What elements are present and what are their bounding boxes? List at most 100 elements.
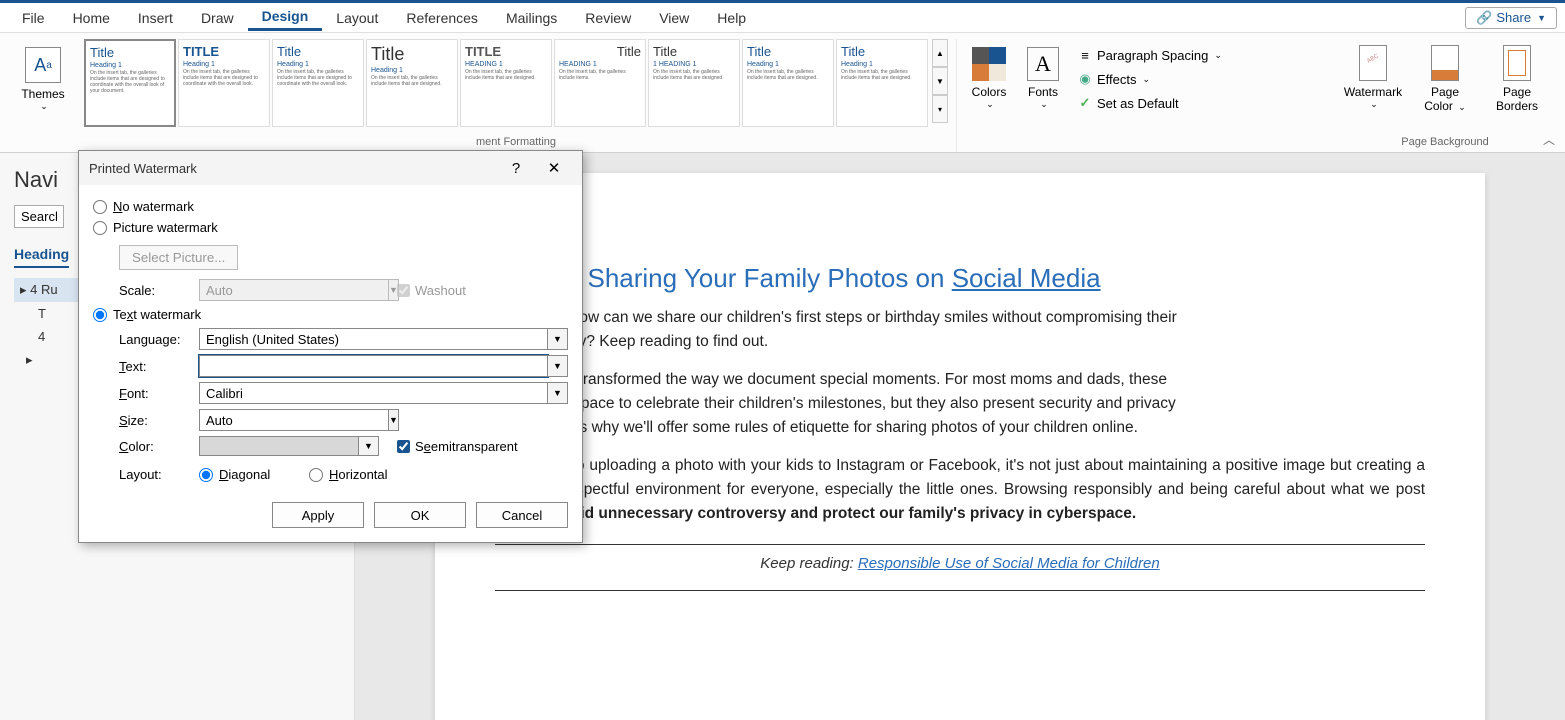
text-watermark-label: Text watermark: [113, 307, 201, 322]
dialog-titlebar[interactable]: Printed Watermark ? ✕: [79, 151, 582, 185]
dropdown-button[interactable]: ▼: [548, 355, 568, 377]
share-button[interactable]: 🔗 Share ▼: [1465, 7, 1557, 29]
gallery-expand[interactable]: ▾: [932, 95, 948, 123]
menu-review[interactable]: Review: [571, 6, 645, 30]
menu-view[interactable]: View: [645, 6, 703, 30]
gallery-item[interactable]: Title1 HEADING 1On the insert tab, the g…: [648, 39, 740, 127]
set-as-default-button[interactable]: ✓Set as Default: [1073, 93, 1226, 113]
keep-reading-link[interactable]: Responsible Use of Social Media for Chil…: [858, 555, 1160, 572]
menu-design[interactable]: Design: [248, 4, 323, 31]
check-icon: ✓: [1077, 95, 1093, 111]
effects-label: Effects: [1097, 72, 1137, 87]
gallery-item[interactable]: TITLEHeading 1On the insert tab, the gal…: [178, 39, 270, 127]
text-combo[interactable]: ▼: [199, 355, 568, 377]
semitransparent-checkbox[interactable]: [397, 440, 410, 453]
no-watermark-radio[interactable]: No watermark: [93, 199, 568, 214]
menu-references[interactable]: References: [392, 6, 492, 30]
navigation-search[interactable]: [14, 205, 64, 228]
chevron-down-icon: ⌄: [986, 99, 994, 110]
chevron-down-icon: ▼: [1537, 13, 1546, 23]
size-input[interactable]: [199, 409, 389, 431]
radio-input[interactable]: [93, 200, 107, 214]
radio-input[interactable]: [309, 468, 323, 482]
ok-button[interactable]: OK: [374, 502, 466, 528]
menu-layout[interactable]: Layout: [322, 6, 392, 30]
no-watermark-label: No watermark: [113, 199, 194, 214]
gallery-item[interactable]: TitleHeading 1On the insert tab, the gal…: [742, 39, 834, 127]
horizontal-rule: [495, 544, 1425, 545]
horizontal-label: Horizontal: [329, 467, 401, 482]
fonts-button[interactable]: A Fonts ⌄: [1019, 39, 1067, 113]
document-page[interactable]: ules for Sharing Your Family Photos on S…: [435, 173, 1485, 720]
watermark-button[interactable]: ABC Watermark ⌄: [1343, 45, 1403, 113]
font-combo[interactable]: ▼: [199, 382, 568, 404]
radio-input[interactable]: [199, 468, 213, 482]
paragraph-spacing-button[interactable]: ≡Paragraph Spacing⌄: [1073, 45, 1226, 65]
language-combo[interactable]: ▼: [199, 328, 568, 350]
colors-label: Colors: [972, 85, 1007, 99]
nav-tab-headings[interactable]: Heading: [14, 246, 69, 268]
fonts-label: Fonts: [1028, 85, 1058, 99]
dropdown-button[interactable]: ▼: [389, 409, 399, 431]
themes-button[interactable]: Aa Themes ⌄: [18, 39, 68, 112]
menu-file[interactable]: File: [8, 6, 59, 30]
dropdown-button[interactable]: ▼: [548, 382, 568, 404]
radio-input[interactable]: [93, 308, 107, 322]
dialog-close-button[interactable]: ✕: [536, 154, 572, 182]
radio-input[interactable]: [93, 221, 107, 235]
gallery-item[interactable]: TitleHeading 1On the insert tab, the gal…: [836, 39, 928, 127]
gallery-item[interactable]: TitleHeading 1On the insert tab, the gal…: [84, 39, 176, 127]
menu-help[interactable]: Help: [703, 6, 760, 30]
gallery-scroll-down[interactable]: ▼: [932, 67, 948, 95]
picture-watermark-radio[interactable]: Picture watermark: [93, 220, 568, 235]
gallery-scroll: ▲ ▼ ▾: [932, 39, 948, 123]
diagonal-radio[interactable]: Diagonal: [199, 467, 291, 482]
page-borders-button[interactable]: Page Borders: [1487, 45, 1547, 113]
menu-home[interactable]: Home: [59, 6, 124, 30]
cancel-button[interactable]: Cancel: [476, 502, 568, 528]
gallery-item[interactable]: TITLEHEADING 1On the insert tab, the gal…: [460, 39, 552, 127]
effects-icon: ◉: [1077, 71, 1093, 87]
dropdown-button[interactable]: ▼: [548, 328, 568, 350]
gallery-item[interactable]: TitleHEADING 1On the insert tab, the gal…: [554, 39, 646, 127]
para-spacing-label: Paragraph Spacing: [1097, 48, 1208, 63]
gallery-scroll-up[interactable]: ▲: [932, 39, 948, 67]
language-input[interactable]: [199, 328, 548, 350]
semitransparent-label: Seemitransparent: [415, 439, 487, 454]
menu-draw[interactable]: Draw: [187, 6, 248, 30]
text-watermark-radio[interactable]: Text watermark: [93, 307, 568, 322]
text-input[interactable]: [199, 355, 548, 377]
chevron-down-icon: ⌄: [1040, 99, 1048, 110]
size-label: Size:: [119, 413, 191, 428]
size-combo[interactable]: ▼: [199, 409, 379, 431]
page-color-button[interactable]: Page Color ⌄: [1415, 45, 1475, 113]
apply-button[interactable]: Apply: [272, 502, 364, 528]
effects-button[interactable]: ◉ Effects ⌄: [1073, 69, 1226, 89]
colors-button[interactable]: Colors ⌄: [965, 39, 1013, 113]
menubar: File Home Insert Draw Design Layout Refe…: [0, 3, 1565, 33]
color-combo[interactable]: ▼: [199, 436, 379, 456]
menu-mailings[interactable]: Mailings: [492, 6, 571, 30]
color-label: Color:: [119, 439, 191, 454]
dropdown-button[interactable]: ▼: [359, 436, 379, 456]
diagonal-label: Diagonal: [219, 467, 291, 482]
title-link[interactable]: Social Media: [952, 263, 1101, 293]
chevron-down-icon: ⌄: [1214, 50, 1222, 61]
menu-insert[interactable]: Insert: [124, 6, 187, 30]
font-input[interactable]: [199, 382, 548, 404]
scale-combo: ▼: [199, 279, 379, 301]
scale-label: Scale:: [119, 283, 191, 298]
font-label: Font:: [119, 386, 191, 401]
share-icon: 🔗: [1476, 10, 1492, 26]
chevron-down-icon: ⌄: [1143, 74, 1151, 85]
document-paragraph: line post: How can we share our children…: [495, 306, 1425, 354]
language-label: Language:: [119, 332, 191, 347]
collapse-ribbon[interactable]: ︿: [1543, 131, 1555, 148]
fonts-icon: A: [1027, 47, 1059, 81]
horizontal-radio[interactable]: Horizontal: [309, 467, 401, 482]
gallery-item[interactable]: TitleHeading 1On the insert tab, the gal…: [272, 39, 364, 127]
document-formatting-gallery: TitleHeading 1On the insert tab, the gal…: [84, 39, 948, 127]
document-paragraph: n it comes to uploading a photo with you…: [495, 454, 1425, 526]
gallery-item[interactable]: TitleHeading 1On the insert tab, the gal…: [366, 39, 458, 127]
dialog-help-button[interactable]: ?: [498, 154, 534, 182]
